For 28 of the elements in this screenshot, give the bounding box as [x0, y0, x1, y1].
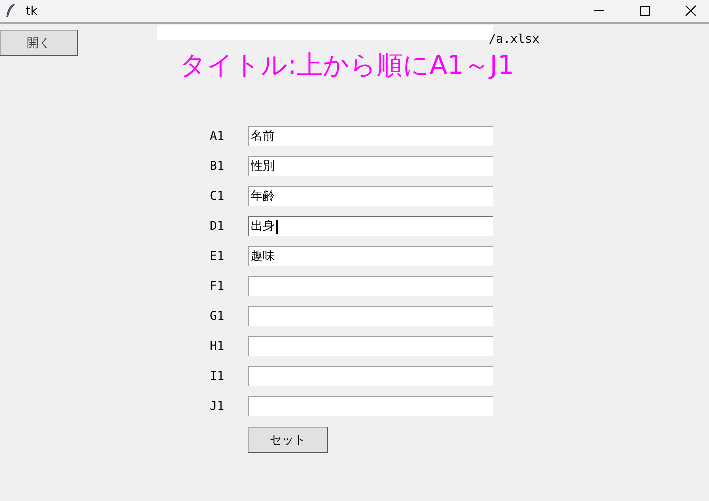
input-field[interactable]: 名前 [248, 126, 493, 146]
maximize-icon[interactable] [639, 5, 651, 17]
input-field[interactable]: 性別 [248, 156, 493, 176]
field-label: C1 [210, 189, 226, 203]
open-button[interactable]: 開く [0, 30, 78, 56]
input-field[interactable] [248, 276, 493, 296]
field-label: H1 [210, 339, 226, 353]
close-icon[interactable] [685, 5, 697, 17]
field-label: J1 [210, 399, 226, 413]
input-field[interactable]: 出身 [248, 216, 493, 236]
field-label: E1 [210, 249, 226, 263]
window-title: tk [26, 4, 38, 18]
field-label: D1 [210, 219, 226, 233]
heading: タイトル:上から順にA1～J1 [180, 50, 516, 82]
input-field[interactable] [248, 306, 493, 326]
field-label: G1 [210, 309, 226, 323]
field-label: A1 [210, 129, 226, 143]
input-field[interactable]: 年齢 [248, 186, 493, 206]
set-button[interactable]: セット [248, 427, 328, 453]
field-label: I1 [210, 369, 226, 383]
field-label: B1 [210, 159, 226, 173]
input-field[interactable] [248, 396, 493, 416]
file-path: /a.xlsx [489, 32, 540, 46]
input-field[interactable] [248, 366, 493, 386]
field-label: F1 [210, 279, 226, 293]
input-field[interactable]: 趣味 [248, 246, 493, 266]
input-field[interactable] [248, 336, 493, 356]
feather-icon [6, 4, 16, 18]
